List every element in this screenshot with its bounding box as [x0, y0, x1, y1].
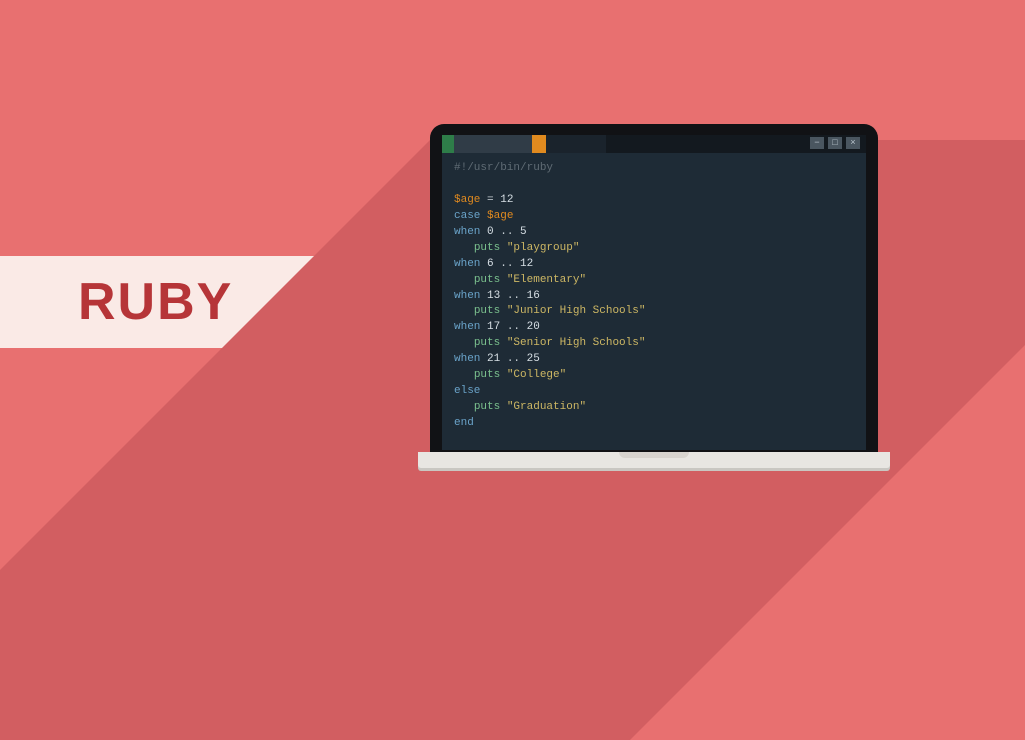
- tab-1[interactable]: [454, 135, 532, 153]
- close-button[interactable]: ×: [846, 137, 860, 149]
- maximize-button[interactable]: □: [828, 137, 842, 149]
- laptop-notch: [619, 452, 689, 458]
- title-text: RUBY: [78, 272, 233, 332]
- code-var: $age: [454, 194, 480, 206]
- laptop-base: [418, 452, 890, 468]
- minimize-button[interactable]: −: [810, 137, 824, 149]
- tab-modified-indicator: [532, 135, 546, 153]
- tab-2[interactable]: [546, 135, 606, 153]
- tab-active-indicator: [442, 135, 454, 153]
- laptop-bezel: − □ × #!/usr/bin/ruby $age = 12 case $ag…: [430, 124, 878, 452]
- code-shebang: #!/usr/bin/ruby: [454, 162, 553, 174]
- editor-tabbar: [442, 135, 866, 153]
- laptop: − □ × #!/usr/bin/ruby $age = 12 case $ag…: [430, 124, 878, 468]
- code-block: #!/usr/bin/ruby $age = 12 case $age when…: [442, 153, 866, 432]
- window-controls: − □ ×: [810, 137, 860, 149]
- editor-screen: − □ × #!/usr/bin/ruby $age = 12 case $ag…: [442, 135, 866, 450]
